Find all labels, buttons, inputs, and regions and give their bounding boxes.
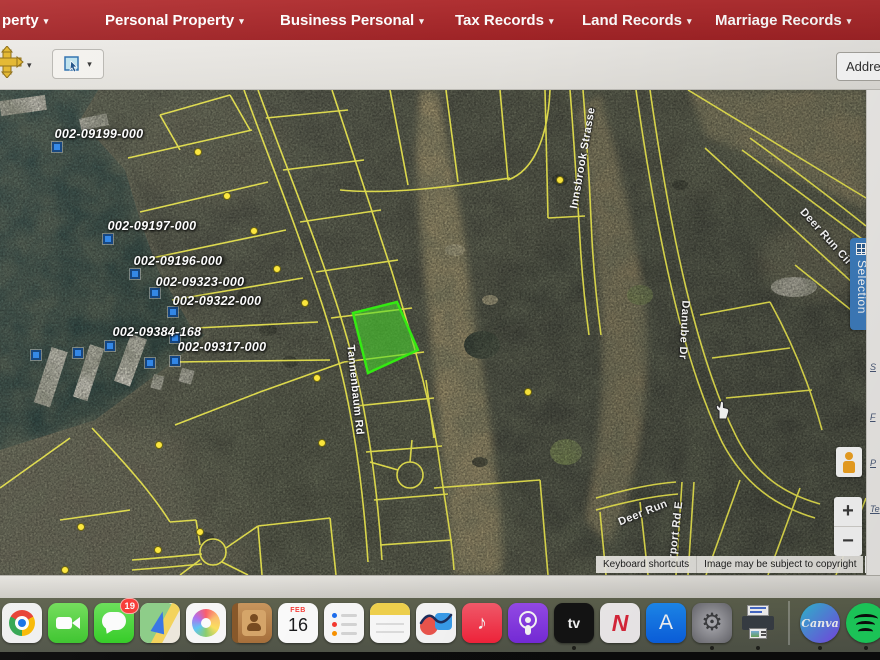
- nav-item-tax-records[interactable]: Tax Records ▾: [455, 0, 553, 40]
- dock-icon-maps[interactable]: [140, 603, 180, 643]
- parcel-id-label: 002-09322-000: [173, 294, 262, 308]
- dock-icon-facetime[interactable]: [48, 603, 88, 643]
- gis-map-canvas[interactable]: 002-09199-000 002-09197-000 002-09196-00…: [0, 90, 866, 575]
- macos-dock: 19 FEB 16: [0, 598, 880, 652]
- parcel-id-label: 002-09317-000: [178, 340, 267, 354]
- parcel-marker[interactable]: [150, 288, 160, 298]
- parcel-marker[interactable]: [130, 269, 140, 279]
- running-indicator: [818, 646, 822, 650]
- messages-unread-badge: 19: [120, 598, 139, 614]
- dock-icon-music[interactable]: ♪: [462, 603, 502, 643]
- person-silhouette-icon: [250, 614, 258, 622]
- top-navbar: perty ▾ Personal Property ▾ Business Per…: [0, 0, 880, 40]
- select-tool-icon: [64, 56, 81, 73]
- parcel-marker[interactable]: [103, 234, 113, 244]
- parcel-marker[interactable]: [168, 307, 178, 317]
- gear-icon: ⚙: [701, 611, 723, 635]
- parcel-marker[interactable]: [170, 356, 180, 366]
- parcel-marker[interactable]: [105, 341, 115, 351]
- link-fragment[interactable]: S: [870, 362, 876, 372]
- parcel-marker[interactable]: [31, 350, 41, 360]
- nav-item-property-partial[interactable]: perty ▾: [2, 0, 48, 40]
- chevron-down-icon: ▾: [549, 16, 554, 27]
- pegman-icon: [845, 452, 853, 460]
- dock-icon-notes[interactable]: [370, 603, 410, 643]
- street-view-pegman-button[interactable]: [836, 447, 862, 477]
- dock-icon-photos[interactable]: [186, 603, 226, 643]
- nav-label: Land Records: [582, 12, 682, 29]
- window-bottom-edge: [0, 575, 880, 598]
- nav-label: perty: [2, 12, 39, 29]
- hand-cursor-icon: [712, 398, 732, 420]
- nav-label: Personal Property: [105, 12, 234, 29]
- pan-tool-icon[interactable]: [0, 46, 25, 78]
- photographed-screen: perty ▾ Personal Property ▾ Business Per…: [0, 0, 880, 660]
- dock-icon-apple-tv[interactable]: tv: [554, 603, 594, 643]
- dock-icon-canva[interactable]: Canva: [800, 603, 840, 643]
- dock-icon-podcasts[interactable]: [508, 603, 548, 643]
- running-indicator: [864, 646, 868, 650]
- dock-icon-calendar[interactable]: FEB 16: [278, 603, 318, 643]
- dock-icon-news[interactable]: N: [600, 603, 640, 643]
- nav-item-business-personal[interactable]: Business Personal ▾: [280, 0, 424, 40]
- video-camera-icon: [56, 617, 72, 629]
- dock-separator: [788, 601, 790, 645]
- parcel-marker[interactable]: [73, 348, 83, 358]
- dock-icon-contacts[interactable]: [232, 603, 272, 643]
- running-indicator: [756, 646, 760, 650]
- chevron-down-icon: ▾: [687, 16, 692, 27]
- map-attribution-bar: Keyboard shortcuts Image may be subject …: [596, 556, 880, 573]
- parcel-id-label: 002-09199-000: [55, 127, 144, 141]
- copyright-notice: Image may be subject to copyright: [697, 556, 863, 573]
- running-indicator: [572, 646, 576, 650]
- chevron-down-icon: ▾: [239, 16, 244, 27]
- dock-icon-messages[interactable]: 19: [94, 603, 134, 643]
- news-logo: N: [612, 610, 629, 637]
- map-toolbar: ▾ ▾ Address: [0, 40, 880, 90]
- link-fragment[interactable]: F: [870, 412, 876, 422]
- nav-label: Business Personal: [280, 12, 414, 29]
- select-tool-button[interactable]: ▾: [52, 49, 104, 79]
- dock-icon-spotify[interactable]: [846, 603, 880, 643]
- parcel-id-label: 002-09323-000: [156, 275, 245, 289]
- nav-item-personal-property[interactable]: Personal Property ▾: [105, 0, 244, 40]
- chevron-down-icon: ▾: [44, 16, 49, 27]
- nav-item-land-records[interactable]: Land Records ▾: [582, 0, 692, 40]
- screen-bezel: [0, 652, 880, 660]
- parcel-id-label: 002-09197-000: [108, 219, 197, 233]
- dock-icon-chrome[interactable]: [2, 603, 42, 643]
- nav-label: Marriage Records: [715, 12, 842, 29]
- parcel-id-label: 002-09384-168: [113, 325, 202, 339]
- calendar-day: 16: [278, 615, 318, 636]
- dock-icon-app-store[interactable]: A: [646, 603, 686, 643]
- nav-item-marriage-records[interactable]: Marriage Records ▾: [715, 0, 851, 40]
- select-tool-dropdown[interactable]: ▾: [87, 59, 92, 70]
- page-edge-strip: S F P Te: [866, 90, 880, 575]
- zoom-out-button[interactable]: −: [834, 527, 862, 556]
- calendar-month: FEB: [278, 607, 318, 614]
- canva-logo: Canva: [801, 617, 838, 630]
- app-store-logo: A: [659, 611, 673, 635]
- pan-tool-dropdown[interactable]: ▾: [27, 60, 32, 71]
- tv-logo: tv: [568, 615, 580, 631]
- parcel-id-label: 002-09196-000: [134, 254, 223, 268]
- address-search-field[interactable]: Address: [836, 52, 880, 81]
- music-note-icon: ♪: [477, 612, 487, 635]
- parcel-marker[interactable]: [52, 142, 62, 152]
- link-fragment[interactable]: Te: [870, 504, 880, 514]
- dock-icon-printer[interactable]: [738, 603, 778, 643]
- keyboard-shortcuts-link[interactable]: Keyboard shortcuts: [596, 556, 697, 573]
- squiggle-icon: [419, 607, 453, 631]
- nav-label: Tax Records: [455, 12, 544, 29]
- dock-icon-freeform[interactable]: [416, 603, 456, 643]
- running-indicator: [710, 646, 714, 650]
- zoom-in-button[interactable]: +: [834, 497, 862, 526]
- map-zoom-control: + −: [834, 497, 862, 556]
- dock-icon-reminders[interactable]: [324, 603, 364, 643]
- chevron-down-icon: ▾: [847, 16, 852, 27]
- link-fragment[interactable]: P: [870, 458, 876, 468]
- chevron-down-icon: ▾: [419, 16, 424, 27]
- dock-icon-system-settings[interactable]: ⚙: [692, 603, 732, 643]
- parcel-marker[interactable]: [145, 358, 155, 368]
